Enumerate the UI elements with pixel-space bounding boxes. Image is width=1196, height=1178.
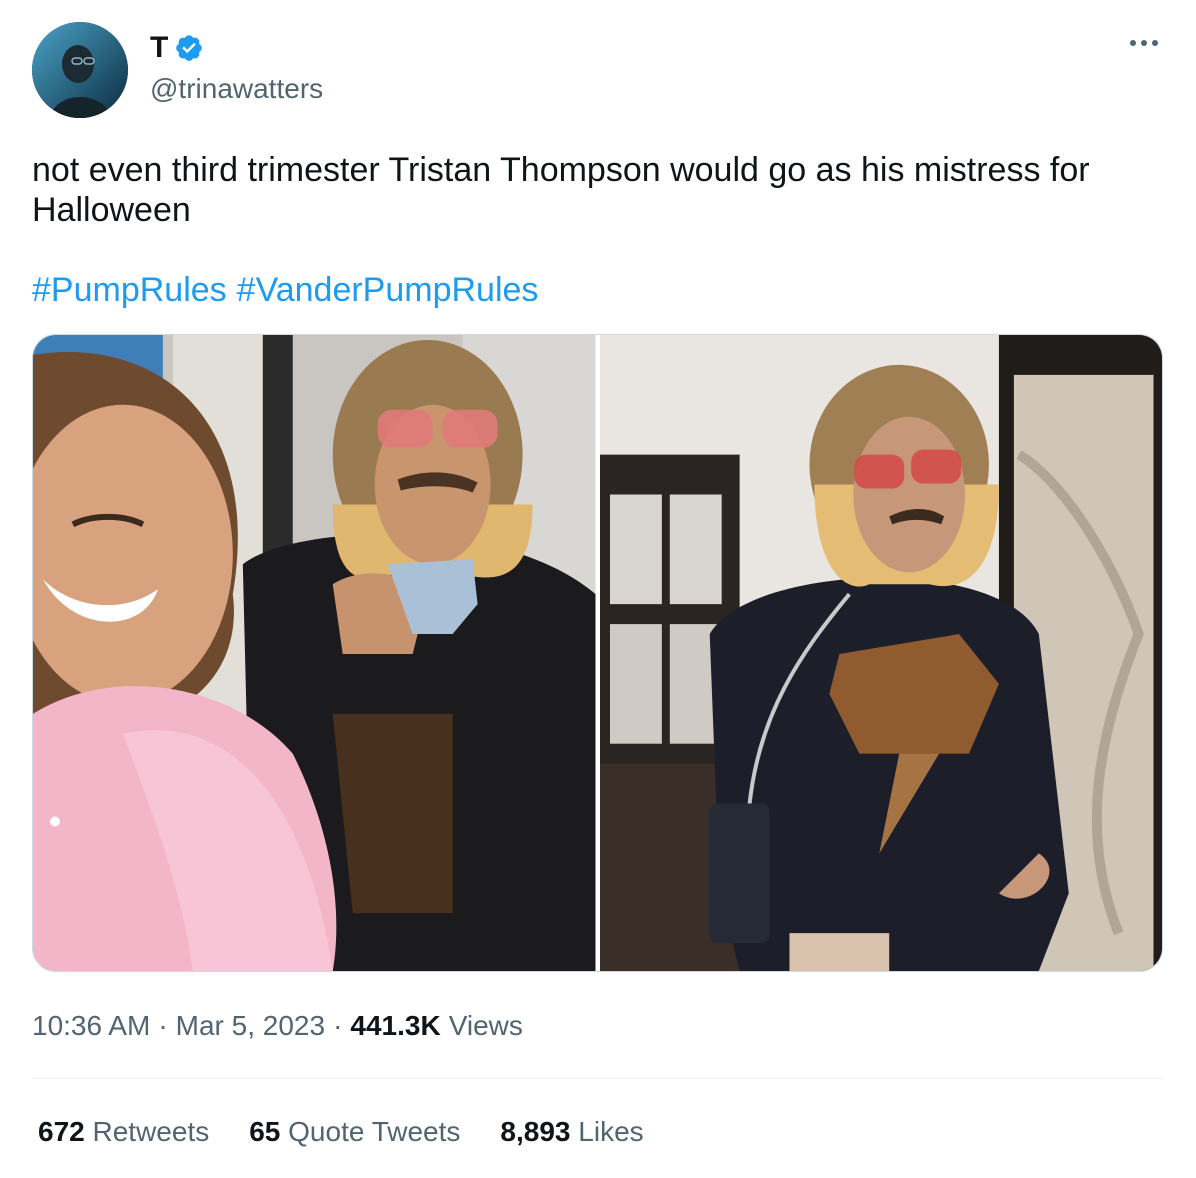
retweets-count: 672 [38, 1116, 85, 1147]
hashtag-link-vanderpumprules[interactable]: #VanderPumpRules [237, 270, 539, 310]
author-avatar[interactable] [32, 22, 128, 118]
author-handle[interactable]: @trinawatters [150, 72, 323, 106]
tweet-date-link[interactable]: Mar 5, 2023 [176, 1008, 325, 1044]
meta-separator: · [158, 1010, 168, 1041]
more-options-icon[interactable] [1128, 34, 1160, 52]
retweets-label: Retweets [92, 1116, 210, 1147]
likes-count: 8,893 [500, 1116, 571, 1147]
views-count: 441.3K [350, 1010, 441, 1041]
media-grid [32, 334, 1163, 972]
author-display-name[interactable]: T [150, 30, 168, 66]
meta-separator: · [333, 1010, 343, 1041]
avatar-image [32, 22, 128, 118]
author-name-row: T [150, 30, 204, 66]
photo-selfie-two-people[interactable] [33, 335, 596, 971]
photo-image [33, 335, 596, 971]
tweet-meta: 10:36 AM · Mar 5, 2023 · 441.3K Views [32, 1008, 523, 1044]
hashtag-row: #PumpRules #VanderPumpRules [32, 270, 538, 310]
divider [32, 1078, 1163, 1079]
tweet-card: T @trinawatters not even third trimester… [0, 0, 1196, 1178]
retweets-stat-link[interactable]: 672 Retweets [38, 1114, 209, 1150]
tweet-text: not even third trimester Tristan Thompso… [32, 151, 1090, 229]
quote-tweets-label: Quote Tweets [288, 1116, 461, 1147]
photo-costume-standing[interactable] [599, 335, 1162, 971]
likes-label: Likes [578, 1116, 644, 1147]
views-label: Views [448, 1010, 523, 1041]
engagement-stats: 672 Retweets 65 Quote Tweets 8,893 Likes [38, 1114, 644, 1150]
tweet-time-link[interactable]: 10:36 AM [32, 1008, 150, 1044]
hashtag-link-pumprules[interactable]: #PumpRules [32, 270, 227, 310]
quote-tweets-stat-link[interactable]: 65 Quote Tweets [249, 1114, 460, 1150]
likes-stat-link[interactable]: 8,893 Likes [500, 1114, 643, 1150]
photo-image [599, 335, 1162, 971]
quote-tweets-count: 65 [249, 1116, 281, 1147]
verified-badge-icon[interactable] [174, 33, 204, 63]
